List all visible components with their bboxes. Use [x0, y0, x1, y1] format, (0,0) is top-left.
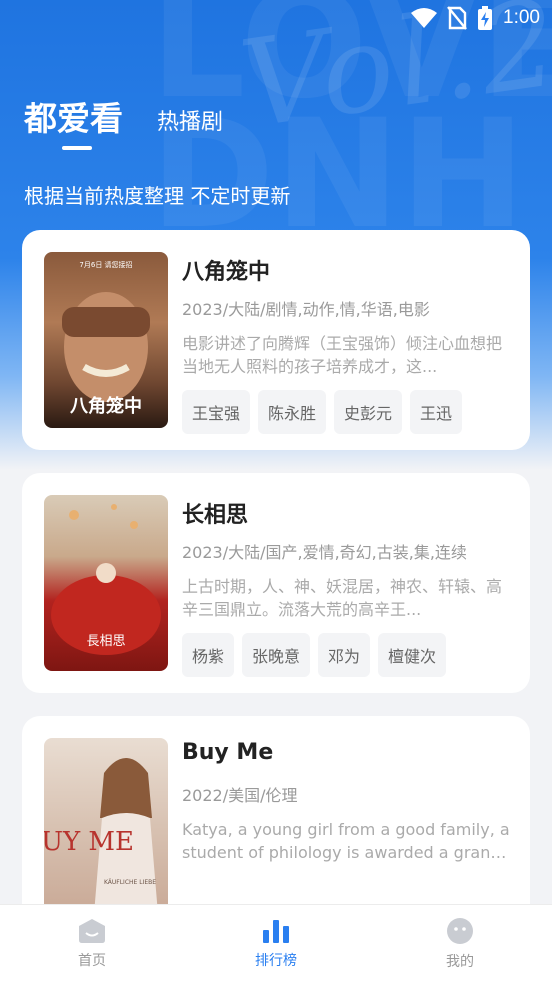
cast-tag[interactable]: 陈永胜: [258, 390, 327, 434]
list-item[interactable]: BUY ME KÄUFLICHE LIEBE Buy Me 2022/美国/伦理…: [22, 716, 530, 936]
item-meta: 2023/大陆/剧情,动作,情,华语,电影: [182, 300, 430, 319]
item-title: 长相思: [182, 503, 249, 528]
item-title: 八角笼中: [182, 260, 271, 285]
bottom-navigation: 首页 排行榜 我的: [0, 904, 552, 983]
poster-title-text: 八角笼中: [70, 395, 142, 417]
poster-title-text: BUY ME: [44, 827, 134, 857]
cast-tag[interactable]: 史彭元: [334, 390, 403, 434]
nav-label: 排行榜: [255, 953, 297, 969]
home-icon: [79, 919, 105, 943]
poster-date-text: 7月6日 请您接招: [79, 260, 132, 269]
cast-tag[interactable]: 王迅: [410, 390, 463, 434]
status-bar: 1:00: [0, 0, 552, 40]
page-subtitle: 根据当前热度整理 不定时更新: [24, 184, 291, 208]
list-item[interactable]: 7月6日 请您接招 八角笼中 八角笼中 2023/大陆/剧情,动作,情,华语,电…: [22, 230, 530, 450]
poster-image: BUY ME KÄUFLICHE LIEBE: [44, 738, 168, 914]
ranking-icon: [263, 920, 289, 943]
item-description: Katya, a young girl from a good family, …: [182, 820, 510, 862]
poster-image: 7月6日 请您接招 八角笼中: [44, 252, 168, 428]
cast-tag[interactable]: 邓为: [318, 633, 371, 677]
cast-tag[interactable]: 杨紫: [182, 633, 235, 677]
item-title: Buy Me: [182, 740, 274, 765]
poster-title-text: 長相思: [86, 634, 125, 649]
tab-duaikan[interactable]: 都爱看: [24, 92, 123, 140]
nav-label: 我的: [446, 954, 474, 970]
tab-rebo[interactable]: 热播剧: [157, 104, 223, 136]
poster-image: 長相思: [44, 495, 168, 671]
nav-label: 首页: [78, 953, 106, 969]
wifi-icon: [411, 8, 438, 28]
item-description: 电影讲述了向腾辉（王宝强饰）倾注心血想把当地无人照料的孩子培养成才，这...: [182, 334, 503, 376]
poster-subtitle-text: KÄUFLICHE LIEBE: [104, 879, 156, 886]
item-description: 上古时期，人、神、妖混居，神农、轩辕、高辛三国鼎立。流落大荒的高辛王...: [182, 577, 503, 619]
cast-tags: 杨紫 张晚意 邓为 檀健次: [182, 633, 510, 677]
no-sim-icon: [447, 6, 467, 30]
item-meta: 2023/大陆/国产,爱情,奇幻,古装,集,连续: [182, 543, 467, 562]
status-time: 1:00: [503, 7, 540, 28]
header-tabs: 都爱看 热播剧: [24, 92, 223, 140]
list-item[interactable]: 長相思 长相思 2023/大陆/国产,爱情,奇幻,古装,集,连续 上古时期，人、…: [22, 473, 530, 693]
nav-profile[interactable]: 我的: [368, 905, 552, 983]
profile-icon: [447, 918, 473, 944]
item-meta: 2022/美国/伦理: [182, 786, 298, 805]
active-tab-indicator: [62, 146, 92, 150]
cast-tags: 王宝强 陈永胜 史彭元 王迅: [182, 390, 510, 434]
nav-ranking[interactable]: 排行榜: [184, 905, 368, 983]
cast-tag[interactable]: 王宝强: [182, 390, 251, 434]
cast-tag[interactable]: 张晚意: [242, 633, 311, 677]
cast-tag[interactable]: 檀健次: [378, 633, 447, 677]
battery-charging-icon: [478, 6, 493, 30]
nav-home[interactable]: 首页: [0, 905, 184, 983]
